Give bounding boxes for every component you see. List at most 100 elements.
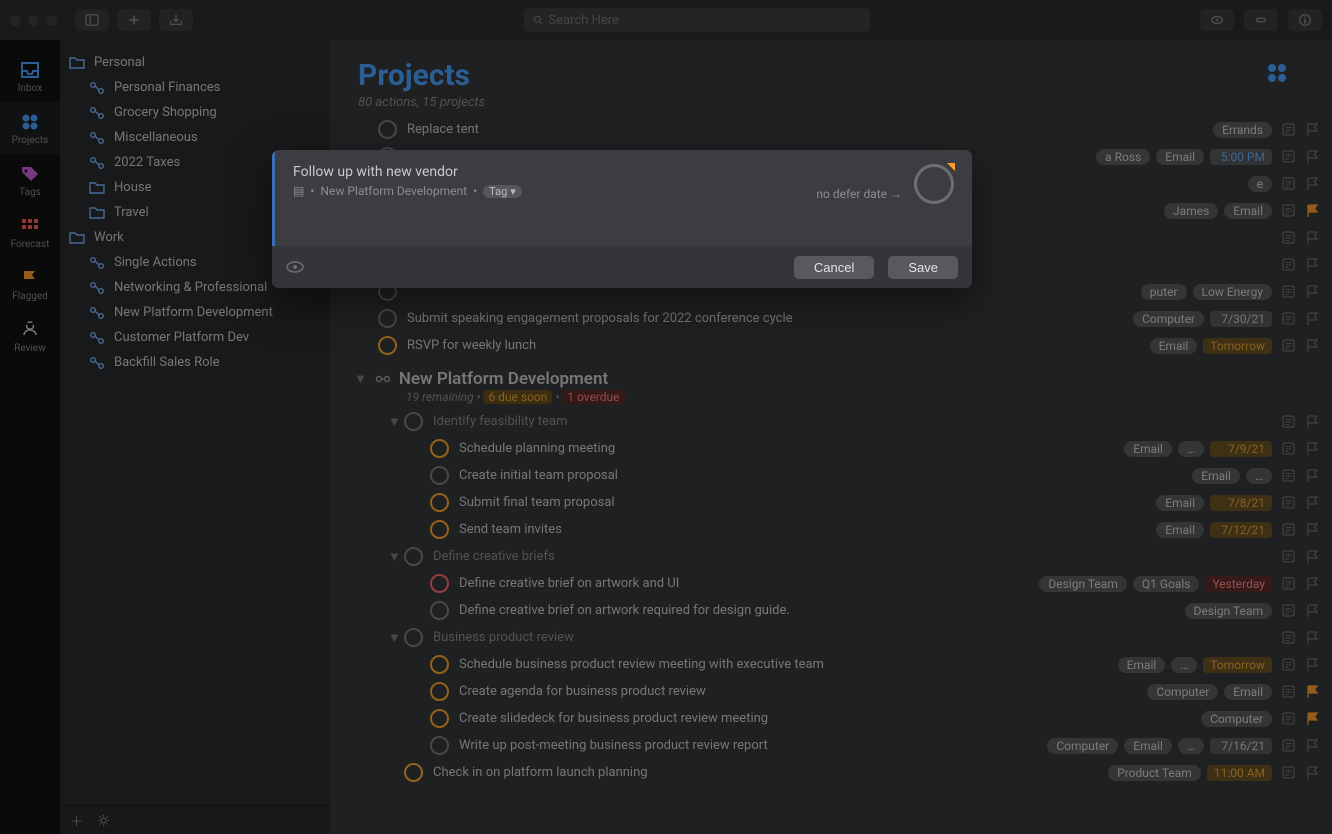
note-indicator-icon[interactable]	[1282, 577, 1296, 591]
flag-icon[interactable]	[1306, 339, 1320, 353]
flag-icon[interactable]	[1306, 766, 1320, 780]
task-tag[interactable]: puter	[1141, 284, 1187, 300]
task-tag[interactable]: Computer	[1201, 711, 1272, 727]
task-tag[interactable]: Computer	[1133, 311, 1204, 327]
task-row[interactable]: Schedule planning meetingEmail…7/9/21	[330, 435, 1320, 462]
task-tag[interactable]: Email	[1156, 522, 1204, 538]
task-row[interactable]: Create slidedeck for business product re…	[330, 705, 1320, 732]
sidebar-project[interactable]: Personal Finances	[60, 75, 330, 100]
quick-entry-button[interactable]	[159, 9, 193, 31]
rail-flagged[interactable]: Flagged	[0, 258, 60, 310]
task-row[interactable]: Submit final team proposalEmail7/8/21	[330, 489, 1320, 516]
sidebar-project[interactable]: Miscellaneous	[60, 125, 330, 150]
task-tag[interactable]: Computer	[1147, 684, 1218, 700]
flag-icon[interactable]	[1306, 469, 1320, 483]
task-checkbox[interactable]	[430, 466, 449, 485]
sidebar-project[interactable]: Customer Platform Dev	[60, 325, 330, 350]
task-checkbox[interactable]	[430, 736, 449, 755]
quick-entry-defer[interactable]: no defer date →	[816, 187, 902, 201]
task-row[interactable]: ▼Business product review	[330, 624, 1320, 651]
task-row[interactable]: Create agenda for business product revie…	[330, 678, 1320, 705]
new-item-button[interactable]	[117, 9, 151, 31]
quick-entry-project[interactable]: New Platform Development	[320, 184, 467, 198]
flag-icon[interactable]	[1306, 739, 1320, 753]
disclosure-triangle-icon[interactable]: ▼	[354, 371, 367, 387]
task-row[interactable]: Schedule business product review meeting…	[330, 651, 1320, 678]
task-tag[interactable]: Email	[1124, 441, 1172, 457]
task-tag[interactable]: Email	[1192, 468, 1240, 484]
flag-icon[interactable]	[1306, 496, 1320, 510]
task-checkbox[interactable]	[404, 763, 423, 782]
flag-icon[interactable]	[1306, 231, 1320, 245]
task-row[interactable]: Check in on platform launch planningProd…	[330, 759, 1320, 786]
flag-icon[interactable]	[1306, 712, 1320, 726]
task-checkbox[interactable]	[430, 682, 449, 701]
task-tag[interactable]: …	[1171, 657, 1197, 673]
rail-review[interactable]: Review	[0, 310, 60, 362]
task-row[interactable]: Define creative brief on artwork and UID…	[330, 570, 1320, 597]
task-row[interactable]: ▼Identify feasibility team	[330, 408, 1320, 435]
note-indicator-icon[interactable]	[1282, 496, 1296, 510]
cancel-button[interactable]: Cancel	[794, 256, 874, 279]
task-checkbox[interactable]	[430, 655, 449, 674]
sidebar-gear-icon[interactable]	[97, 814, 110, 827]
task-tag[interactable]: …	[1178, 738, 1204, 754]
note-indicator-icon[interactable]	[1282, 469, 1296, 483]
task-tag[interactable]: Low Energy	[1193, 284, 1272, 300]
note-indicator-icon[interactable]	[1282, 339, 1296, 353]
task-checkbox[interactable]	[430, 574, 449, 593]
note-indicator-icon[interactable]	[1282, 739, 1296, 753]
disclosure-triangle-icon[interactable]: ▼	[388, 549, 401, 565]
task-tag[interactable]: Design Team	[1185, 603, 1272, 619]
task-checkbox[interactable]	[430, 520, 449, 539]
flag-icon[interactable]	[1306, 123, 1320, 137]
task-checkbox[interactable]	[404, 547, 423, 566]
note-indicator-icon[interactable]	[1282, 123, 1296, 137]
flag-icon[interactable]	[1306, 415, 1320, 429]
flag-icon[interactable]	[1306, 177, 1320, 191]
note-indicator-icon[interactable]	[1282, 177, 1296, 191]
note-indicator-icon[interactable]	[1282, 658, 1296, 672]
task-tag[interactable]: Email	[1156, 495, 1204, 511]
task-row[interactable]: Replace tentErrands	[330, 116, 1320, 143]
rail-forecast[interactable]: Forecast	[0, 206, 60, 258]
task-checkbox[interactable]	[430, 709, 449, 728]
rail-projects[interactable]: Projects	[0, 102, 60, 154]
note-indicator-icon[interactable]	[1282, 685, 1296, 699]
flag-icon[interactable]	[1306, 631, 1320, 645]
task-tag[interactable]: e	[1248, 176, 1272, 192]
quick-entry-status-circle[interactable]	[914, 164, 954, 204]
task-tag[interactable]: Email	[1118, 657, 1166, 673]
task-tag[interactable]: a Ross	[1096, 149, 1150, 165]
note-indicator-icon[interactable]	[1282, 415, 1296, 429]
task-tag[interactable]: …	[1178, 441, 1204, 457]
task-tag[interactable]: Computer	[1047, 738, 1118, 754]
task-tag[interactable]: Q1 Goals	[1133, 576, 1200, 592]
note-indicator-icon[interactable]	[1282, 550, 1296, 564]
disclosure-triangle-icon[interactable]: ▼	[388, 630, 401, 646]
flag-icon[interactable]	[1306, 442, 1320, 456]
flag-icon[interactable]	[1306, 604, 1320, 618]
task-checkbox[interactable]	[430, 493, 449, 512]
quick-entry-note-icon[interactable]: ▤	[293, 184, 304, 198]
search-field[interactable]: Search Here	[524, 8, 870, 32]
task-checkbox[interactable]	[430, 601, 449, 620]
sidebar-project[interactable]: Backfill Sales Role	[60, 350, 330, 375]
add-sidebar-button[interactable]: ＋	[70, 811, 83, 830]
disclosure-triangle-icon[interactable]: ▼	[388, 414, 401, 430]
save-button[interactable]: Save	[888, 256, 958, 279]
view-button[interactable]	[1200, 9, 1234, 31]
project-section-header[interactable]: ▼New Platform Development19 remaining • …	[330, 359, 1320, 404]
focus-button[interactable]	[1244, 9, 1278, 31]
note-indicator-icon[interactable]	[1282, 523, 1296, 537]
task-row[interactable]: Send team invitesEmail7/12/21	[330, 516, 1320, 543]
sidebar-folder[interactable]: Personal	[60, 50, 330, 75]
flag-icon[interactable]	[1306, 285, 1320, 299]
task-row[interactable]: Write up post-meeting business product r…	[330, 732, 1320, 759]
task-checkbox[interactable]	[404, 412, 423, 431]
note-indicator-icon[interactable]	[1282, 231, 1296, 245]
inspector-button[interactable]	[1288, 9, 1322, 31]
task-row[interactable]: RSVP for weekly lunchEmailTomorrow	[330, 332, 1320, 359]
task-row[interactable]: Submit speaking engagement proposals for…	[330, 305, 1320, 332]
flag-icon[interactable]	[1306, 577, 1320, 591]
